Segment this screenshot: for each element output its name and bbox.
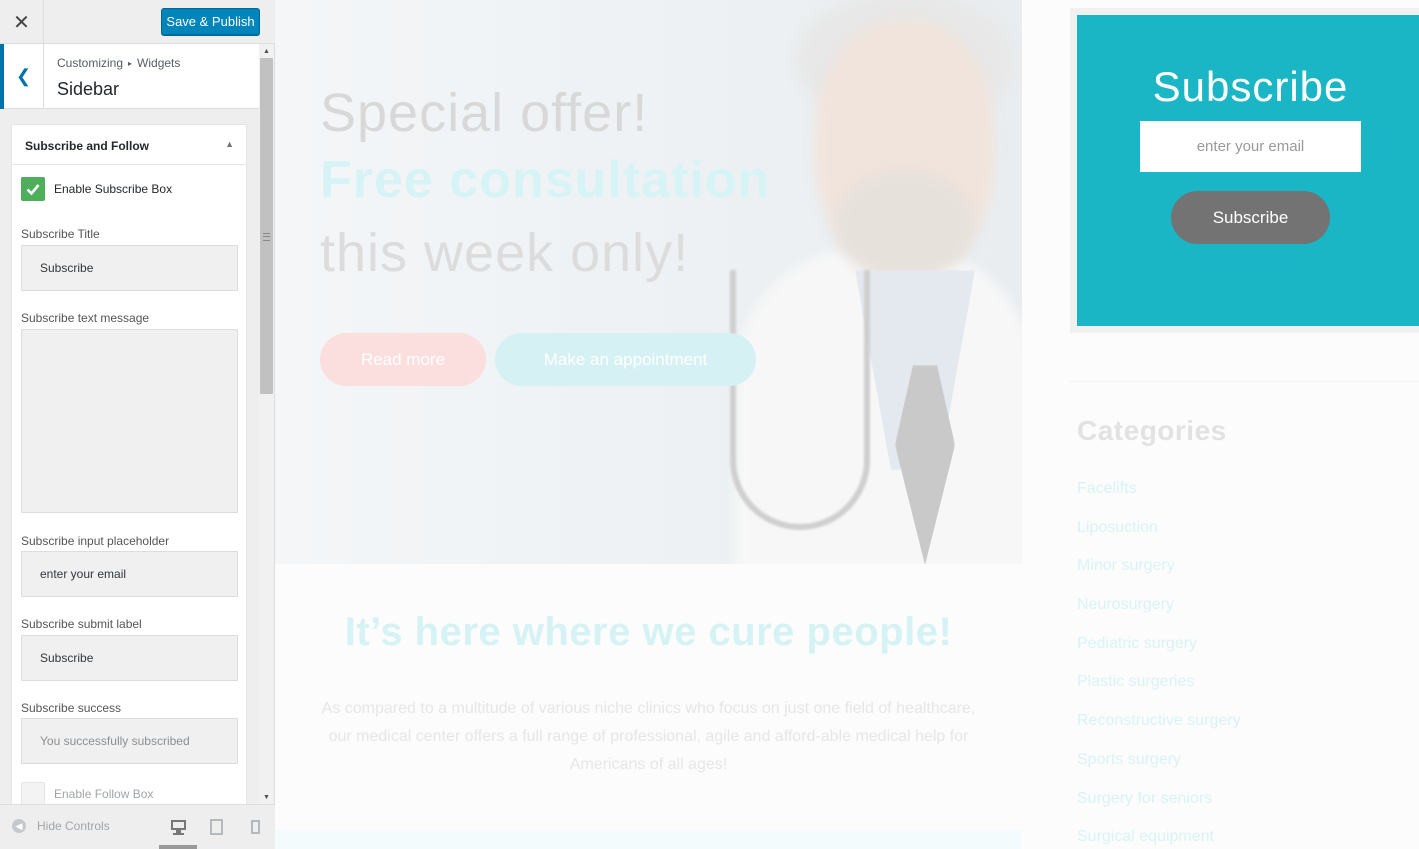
- category-link[interactable]: Neurosurgery: [1077, 596, 1241, 635]
- customizer-header: ✕ Save & Publish: [0, 0, 275, 44]
- hide-controls-button[interactable]: ◀ Hide Controls: [12, 819, 110, 833]
- read-more-button[interactable]: Read more: [320, 333, 486, 386]
- sidebar-divider: [1069, 381, 1419, 382]
- breadcrumb: Customizing ▸ Widgets: [57, 56, 180, 70]
- subscribe-success-label: Subscribe success: [21, 701, 122, 715]
- active-device-indicator: [159, 845, 197, 849]
- widget-title: Subscribe and Follow: [25, 139, 150, 153]
- categories-title: Categories: [1077, 415, 1227, 446]
- collapse-circle-icon: ◀: [12, 819, 26, 833]
- site-preview: Special offer! Free consultation this we…: [275, 0, 1419, 849]
- collapse-arrow-icon[interactable]: ▲: [225, 139, 234, 149]
- categories-list: Facelifts Liposuction Minor surgery Neur…: [1077, 480, 1241, 849]
- customizer-footer: ◀ Hide Controls: [0, 804, 275, 849]
- breadcrumb-separator-icon: ▸: [128, 59, 133, 68]
- enable-subscribe-row: Enable Subscribe Box: [21, 177, 172, 201]
- scrollbar-thumb[interactable]: [260, 58, 273, 394]
- subscribe-title-input[interactable]: [21, 245, 238, 291]
- make-appointment-button[interactable]: Make an appointment: [495, 333, 756, 386]
- subscribe-title-label: Subscribe Title: [21, 227, 100, 241]
- subscribe-widget-preview: Subscribe Subscribe: [1077, 15, 1419, 326]
- enable-follow-checkbox[interactable]: [21, 782, 45, 804]
- breadcrumb-root: Customizing: [57, 56, 124, 70]
- subscribe-email-input[interactable]: [1140, 121, 1361, 172]
- chevron-left-icon: ❮: [15, 66, 32, 86]
- bottom-section-strip: [275, 830, 1022, 849]
- desktop-icon[interactable]: [170, 818, 188, 836]
- category-link[interactable]: Pediatric surgery: [1077, 635, 1241, 674]
- subscribe-title: Subscribe: [1152, 63, 1349, 110]
- subscribe-follow-widget: Subscribe and Follow ▲ Enable Subscribe …: [11, 124, 247, 804]
- customizer-panel: ❮ Customizing ▸ Widgets Sidebar Subscribe …: [0, 44, 259, 804]
- cure-paragraph: As compared to a multitude of various ni…: [321, 700, 976, 773]
- close-icon: ✕: [13, 11, 30, 34]
- widget-header[interactable]: Subscribe and Follow ▲: [12, 125, 246, 165]
- doctor-beard-image: [835, 170, 975, 280]
- hero-line-2: Free consultation: [320, 151, 771, 209]
- category-link[interactable]: Liposuction: [1077, 519, 1241, 558]
- enable-follow-label: Enable Follow Box: [54, 787, 154, 801]
- enable-follow-row: Enable Follow Box: [21, 782, 153, 804]
- back-button[interactable]: ❮: [0, 44, 44, 109]
- panel-title: Sidebar: [57, 79, 120, 99]
- grip-icon: [263, 233, 270, 241]
- subscribe-message-textarea[interactable]: [21, 329, 238, 513]
- tablet-icon[interactable]: [208, 818, 226, 836]
- enable-subscribe-label: Enable Subscribe Box: [54, 182, 173, 196]
- customizer-sidebar: ✕ Save & Publish ❮ Customizing ▸ Widgets S…: [0, 0, 275, 849]
- cure-heading: It’s here where we cure people!: [344, 610, 953, 654]
- breadcrumb-current: Widgets: [137, 56, 181, 70]
- scroll-down-icon[interactable]: ▼: [259, 790, 274, 804]
- scroll-up-icon[interactable]: ▲: [259, 44, 274, 58]
- hero-line-1: Special offer!: [320, 83, 649, 143]
- category-link[interactable]: Surgical equipment: [1077, 828, 1241, 849]
- subscribe-placeholder-input[interactable]: [21, 551, 238, 597]
- stethoscope-image: [730, 270, 870, 530]
- category-link[interactable]: Surgery for seniors: [1077, 790, 1241, 829]
- subscribe-message-label: Subscribe text message: [21, 311, 150, 325]
- hide-controls-label: Hide Controls: [37, 819, 110, 833]
- enable-subscribe-checkbox[interactable]: [21, 177, 45, 201]
- mobile-icon[interactable]: [248, 818, 266, 836]
- category-link[interactable]: Minor surgery: [1077, 557, 1241, 596]
- save-publish-button[interactable]: Save & Publish: [161, 8, 260, 35]
- subscribe-submit-input[interactable]: [21, 635, 238, 681]
- category-link[interactable]: Reconstructive surgery: [1077, 712, 1241, 751]
- category-link[interactable]: Sports surgery: [1077, 751, 1241, 790]
- category-link[interactable]: Facelifts: [1077, 480, 1241, 519]
- hero-banner: Special offer! Free consultation this we…: [275, 0, 1022, 564]
- subscribe-placeholder-label: Subscribe input placeholder: [21, 534, 170, 548]
- category-link[interactable]: Plastic surgeries: [1077, 673, 1241, 712]
- panel-scrollbar[interactable]: ▲ ▼: [259, 44, 274, 804]
- checkmark-icon: [26, 184, 40, 196]
- subscribe-submit-label: Subscribe submit label: [21, 617, 142, 631]
- subscribe-success-input[interactable]: [21, 718, 238, 764]
- close-customizer-button[interactable]: ✕: [0, 0, 44, 44]
- section-header: ❮ Customizing ▸ Widgets Sidebar: [0, 44, 259, 109]
- hero-line-3: this week only!: [320, 223, 690, 283]
- subscribe-button[interactable]: Subscribe: [1171, 191, 1330, 244]
